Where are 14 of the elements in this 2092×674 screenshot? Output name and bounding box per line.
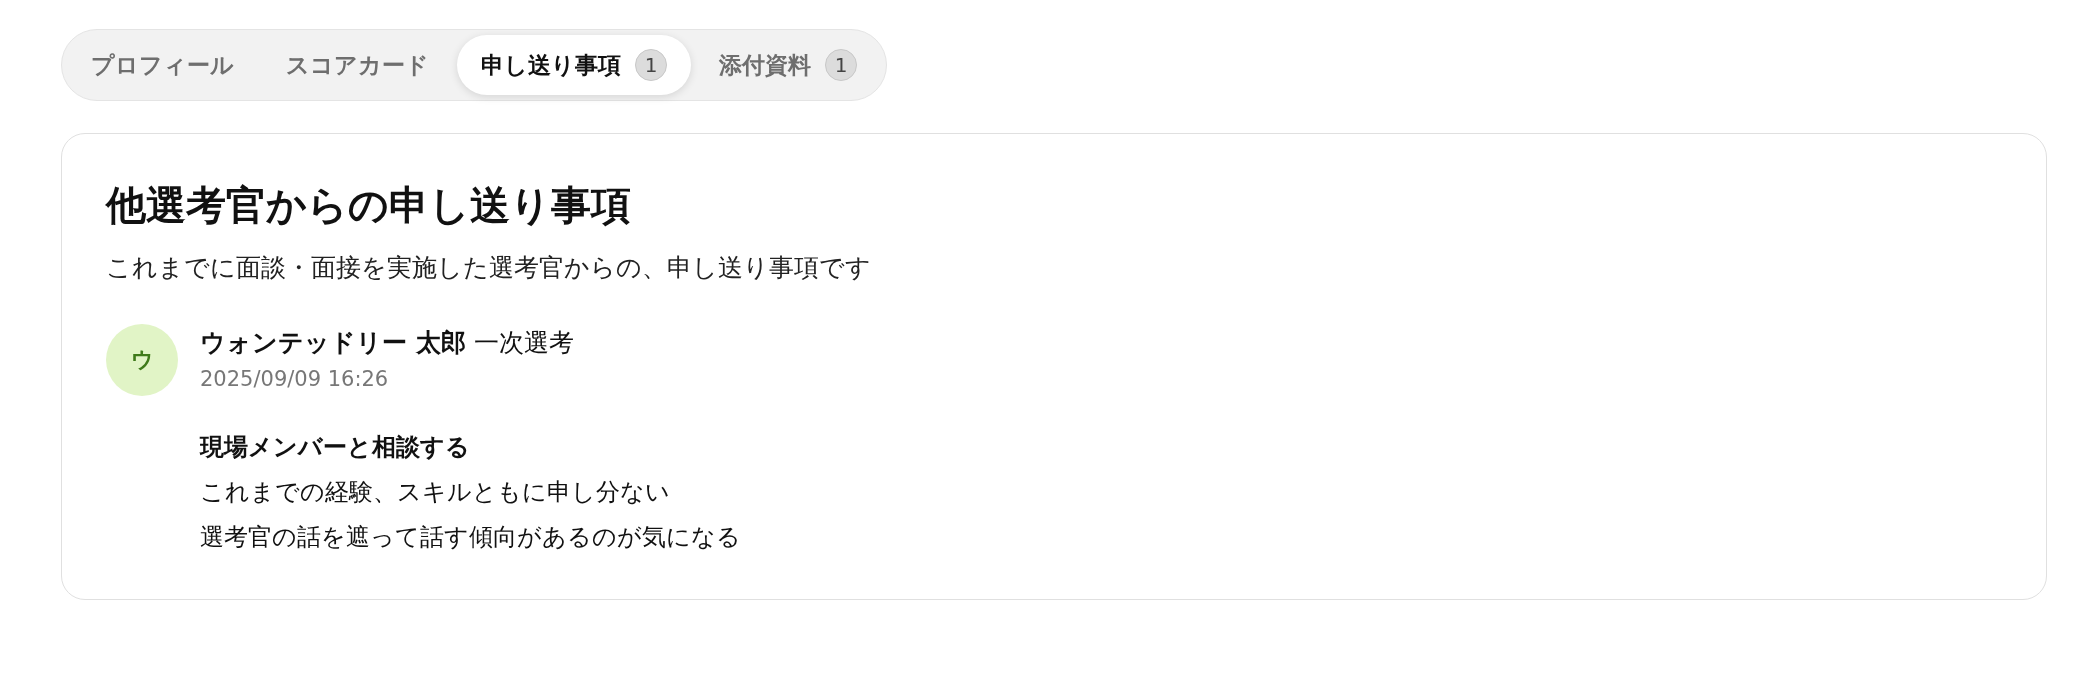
note-text: 選考官の話を遮って話す傾向があるのが気になる <box>200 522 741 553</box>
author-line: ウォンテッドリー 太郎 一次選考 <box>200 327 575 359</box>
timestamp: 2025/09/09 16:26 <box>200 367 390 391</box>
tab[interactable]: スコアカード <box>262 35 453 95</box>
section-description: これまでに面談・面接を実施した選考官からの、申し送り事項です <box>106 252 872 284</box>
note-heading: 現場メンバーと相談する <box>200 432 471 463</box>
section-title: 他選考官からの申し送り事項 <box>106 181 632 230</box>
tab[interactable]: プロフィール <box>67 35 258 95</box>
avatar: ウ <box>106 324 178 396</box>
note-text: これまでの経験、スキルともに申し分ない <box>200 477 671 508</box>
count-badge: 1 <box>825 49 857 81</box>
tab[interactable]: 申し送り事項 1 <box>457 35 691 95</box>
tab[interactable]: 添付資料 1 <box>695 35 881 95</box>
count-badge: 1 <box>635 49 667 81</box>
